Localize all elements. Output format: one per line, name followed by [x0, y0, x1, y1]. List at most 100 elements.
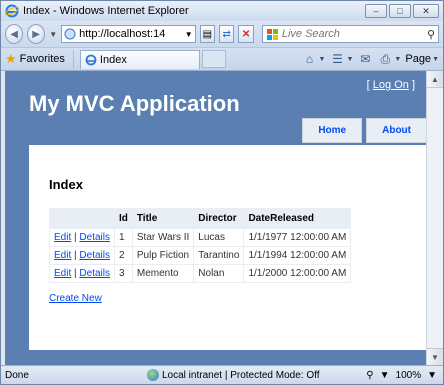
menu-home[interactable]: Home: [302, 118, 363, 143]
cell-date: 1/1/1977 12:00:00 AM: [243, 228, 352, 247]
cell-director: Tarantino: [193, 246, 245, 265]
tab-label: Index: [99, 53, 127, 66]
ie-logo-icon: [5, 4, 19, 18]
tab-bar: ★ Favorites Index ⌂ ▼ ☰ ▼ ✉ ⎙ ▼ Page ▼: [1, 47, 443, 71]
table-row: Edit | Details 1 Star Wars II Lucas 1/1/…: [49, 228, 352, 247]
stop-icon: ✕: [241, 28, 251, 40]
zoom-dropdown-icon[interactable]: ▼: [380, 370, 390, 381]
mail-icon: ✉: [360, 52, 371, 66]
back-button[interactable]: ◀: [5, 24, 24, 44]
address-url: http://localhost:14: [79, 28, 166, 40]
row-actions: Edit | Details: [49, 228, 115, 247]
header-title: Title: [131, 208, 195, 229]
close-window-button[interactable]: ✕: [413, 4, 439, 18]
favorites-label: Favorites: [19, 53, 65, 65]
mail-button[interactable]: ✉: [357, 51, 373, 67]
page-menu-label: Page: [405, 53, 432, 65]
browser-window: Index - Windows Internet Explorer – □ ✕ …: [0, 0, 444, 385]
page-icon: [64, 28, 76, 40]
home-icon: ⌂: [305, 52, 314, 66]
tab-index[interactable]: Index: [79, 49, 200, 69]
table-row: Edit | Details 2 Pulp Fiction Tarantino …: [49, 246, 352, 265]
minimize-icon: –: [373, 6, 379, 16]
favorites-star-icon: ★: [5, 51, 17, 66]
row-actions: Edit | Details: [49, 246, 115, 265]
menu-about[interactable]: About: [366, 118, 427, 143]
cell-title: Memento: [131, 264, 195, 283]
cell-id: 1: [113, 228, 133, 247]
feeds-icon: ☰: [332, 52, 343, 66]
details-link[interactable]: Details: [79, 232, 110, 243]
cell-director: Nolan: [193, 264, 245, 283]
intranet-globe-icon: [147, 369, 159, 381]
search-placeholder: Live Search: [281, 28, 340, 40]
status-right: ⚲ ▼ 100% ▼: [366, 370, 443, 381]
scroll-up-icon[interactable]: ▲: [427, 71, 443, 88]
zoom-icon[interactable]: ⚲: [366, 370, 373, 381]
header-actions: [49, 208, 115, 229]
compatibility-button[interactable]: ▤: [199, 25, 216, 43]
maximize-button[interactable]: □: [389, 4, 411, 18]
zoom-level[interactable]: 100%: [396, 370, 422, 381]
address-dropdown-icon[interactable]: ▼: [183, 30, 195, 39]
main-panel: Index Id Title Director DateReleased Edi…: [29, 145, 427, 350]
app-title: My MVC Application: [29, 91, 240, 116]
edit-link[interactable]: Edit: [54, 232, 71, 243]
details-link[interactable]: Details: [79, 250, 110, 261]
cell-title: Star Wars II: [131, 228, 195, 247]
title-bar: Index - Windows Internet Explorer – □ ✕: [1, 1, 443, 21]
main-menu: Home About: [302, 118, 427, 143]
login-bracket-open: [: [366, 79, 370, 91]
favorites-button[interactable]: ★ Favorites: [5, 50, 74, 68]
header-director: Director: [193, 208, 245, 229]
table-header-row: Id Title Director DateReleased: [49, 208, 352, 229]
cell-date: 1/1/2000 12:00:00 AM: [243, 264, 352, 283]
scroll-down-icon[interactable]: ▼: [427, 348, 443, 366]
navigation-bar: ◀ ▶ ▼ http://localhost:14 ▼ ▤ ⇄ ✕ Live S…: [1, 21, 443, 47]
zone-text: Local intranet | Protected Mode: Off: [162, 369, 320, 381]
search-box[interactable]: Live Search ⚲: [261, 25, 440, 43]
stop-button[interactable]: ✕: [238, 25, 254, 43]
cell-id: 3: [113, 264, 133, 283]
tab-ie-icon: [85, 54, 97, 65]
printer-icon: ⎙: [380, 51, 391, 66]
edit-link[interactable]: Edit: [54, 250, 71, 261]
details-link[interactable]: Details: [79, 268, 110, 279]
forward-button[interactable]: ▶: [27, 24, 46, 44]
home-button[interactable]: ⌂ ▼: [302, 51, 326, 67]
login-display: [ Log On ]: [367, 79, 415, 91]
close-icon: ✕: [422, 5, 430, 16]
new-tab-button[interactable]: [201, 50, 226, 68]
status-text: Done: [5, 369, 29, 381]
history-dropdown-icon[interactable]: ▼: [49, 30, 57, 39]
page-dropdown-icon: ▼: [432, 55, 439, 63]
page-menu-button[interactable]: Page ▼: [405, 53, 439, 65]
page-content: [ Log On ] My MVC Application Home About…: [5, 71, 427, 366]
log-on-link[interactable]: Log On: [373, 79, 409, 91]
zoom-level-dropdown-icon[interactable]: ▼: [427, 370, 437, 381]
print-button[interactable]: ⎙ ▼: [377, 51, 402, 67]
window-title: Index - Windows Internet Explorer: [23, 5, 189, 17]
login-bracket-close: ]: [411, 79, 415, 91]
refresh-button[interactable]: ⇄: [219, 25, 235, 43]
feeds-button[interactable]: ☰ ▼: [329, 51, 353, 67]
command-bar: ⌂ ▼ ☰ ▼ ✉ ⎙ ▼ Page ▼: [302, 51, 439, 67]
forward-arrow-icon: ▶: [32, 28, 40, 40]
address-bar[interactable]: http://localhost:14 ▼: [61, 25, 196, 43]
row-actions: Edit | Details: [49, 264, 115, 283]
refresh-icon: ⇄: [222, 28, 231, 40]
cell-title: Pulp Fiction: [131, 246, 195, 265]
security-zone[interactable]: Local intranet | Protected Mode: Off: [147, 369, 320, 381]
live-search-icon: [266, 28, 278, 40]
header-date-released: DateReleased: [243, 208, 352, 229]
vertical-scrollbar[interactable]: ▲ ▼: [426, 71, 443, 366]
maximize-icon: □: [397, 6, 403, 16]
edit-link[interactable]: Edit: [54, 268, 71, 279]
minimize-button[interactable]: –: [365, 4, 387, 18]
search-icon[interactable]: ⚲: [424, 28, 438, 41]
movies-table: Id Title Director DateReleased Edit | De…: [49, 208, 352, 283]
create-new-link[interactable]: Create New: [49, 293, 407, 304]
table-row: Edit | Details 3 Memento Nolan 1/1/2000 …: [49, 264, 352, 283]
document-icon: ▤: [202, 28, 213, 40]
back-arrow-icon: ◀: [10, 28, 18, 40]
